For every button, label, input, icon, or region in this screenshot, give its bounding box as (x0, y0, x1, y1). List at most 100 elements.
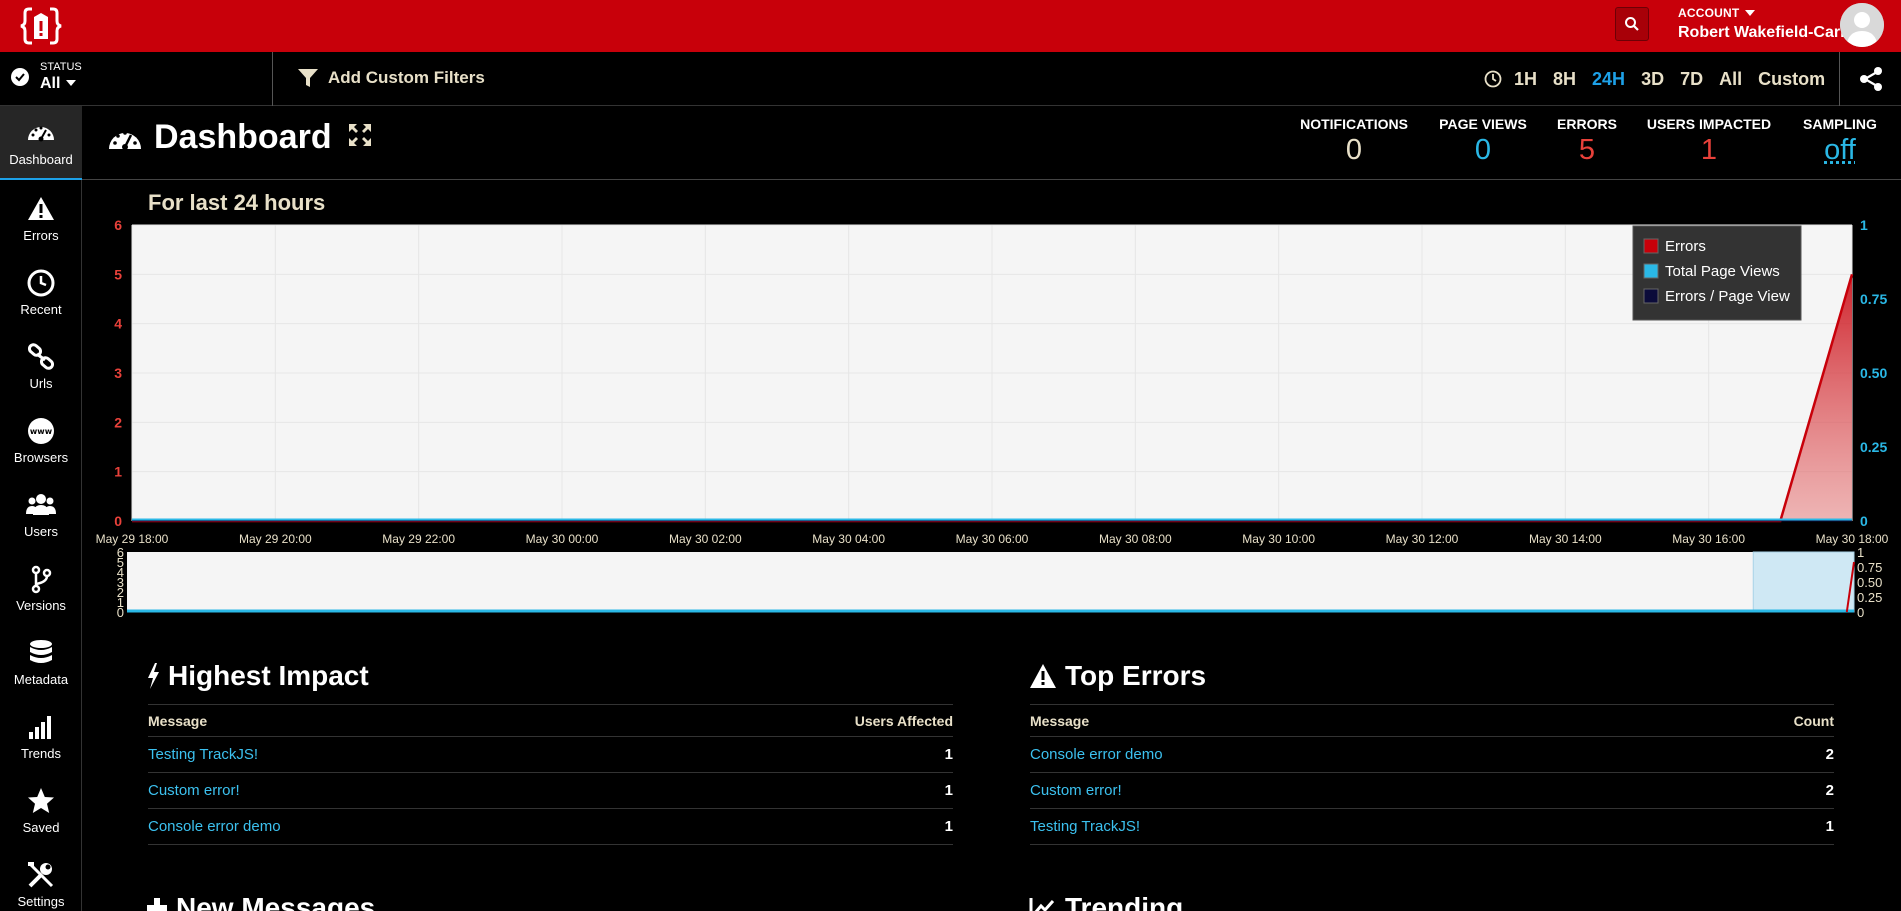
sidebar-item-label: Users (24, 524, 58, 539)
stat-value: off (1800, 134, 1880, 167)
trackjs-logo[interactable] (20, 5, 62, 47)
highest-impact-table: Message Users Affected Testing TrackJS! … (148, 704, 953, 845)
top-bar: ACCOUNT Robert Wakefield-Carl (0, 0, 1901, 52)
stat-page-views[interactable]: PAGE VIEWS 0 (1438, 116, 1528, 167)
error-message-link[interactable]: Console error demo (148, 818, 281, 835)
www-icon: www (26, 416, 56, 446)
bar-chart-icon (26, 712, 56, 742)
range-3d[interactable]: 3D (1641, 69, 1664, 90)
stat-value: 0 (1438, 134, 1528, 167)
count-value: 1 (1646, 809, 1834, 845)
status-dropdown[interactable]: All (40, 75, 76, 93)
range-custom[interactable]: Custom (1758, 69, 1825, 90)
users-affected-value: 1 (610, 737, 953, 773)
column-header-message[interactable]: Message (148, 705, 610, 737)
column-header-count[interactable]: Count (1646, 705, 1834, 737)
stat-label: USERS IMPACTED (1644, 116, 1774, 132)
status-filter[interactable]: STATUS All (0, 52, 273, 106)
search-button[interactable] (1615, 7, 1649, 41)
y-left-tick-label: 3 (114, 365, 122, 381)
page-title: Dashboard (154, 118, 332, 157)
y-left-tick-label: 0 (114, 513, 122, 529)
expand-button[interactable] (346, 121, 374, 154)
error-message-link[interactable]: Testing TrackJS! (1030, 818, 1140, 835)
chart-legend[interactable]: Errors Total Page Views Errors / Page View (1633, 226, 1801, 320)
range-24h[interactable]: 24H (1592, 69, 1625, 90)
sidebar-item-label: Versions (16, 598, 66, 613)
svg-text:www: www (30, 427, 53, 436)
add-custom-filters-button[interactable]: Add Custom Filters (297, 65, 485, 91)
sidebar-item-trends[interactable]: Trends (0, 700, 82, 774)
x-tick-label: May 29 18:00 (96, 532, 169, 546)
sidebar-item-dashboard[interactable]: Dashboard (0, 106, 82, 180)
count-value: 2 (1646, 737, 1834, 773)
y-right-tick-label: 1 (1860, 217, 1868, 233)
legend-label: Errors (1665, 238, 1706, 255)
account-menu-toggle[interactable]: ACCOUNT (1678, 6, 1755, 20)
sidebar-item-settings[interactable]: Settings (0, 848, 82, 911)
filter-icon (297, 67, 319, 89)
stat-errors[interactable]: ERRORS 5 (1556, 116, 1618, 167)
table-row: Console error demo 1 (148, 809, 953, 845)
clock-icon (1484, 70, 1502, 88)
section-title-text: New Messages (176, 892, 375, 911)
errors-chart[interactable]: 012345600.250.500.751May 29 18:00 May 29 … (82, 214, 1901, 624)
sidebar-item-versions[interactable]: Versions (0, 552, 82, 626)
range-all[interactable]: All (1719, 69, 1742, 90)
column-header-users-affected[interactable]: Users Affected (610, 705, 953, 737)
error-message-link[interactable]: Testing TrackJS! (148, 746, 258, 763)
x-tick-label: May 29 20:00 (239, 532, 312, 546)
sidebar-item-users[interactable]: Users (0, 478, 82, 552)
table-row: Custom error! 1 (148, 773, 953, 809)
sidebar-item-recent[interactable]: Recent (0, 256, 82, 330)
x-tick-label: May 30 06:00 (956, 532, 1029, 546)
stat-sampling[interactable]: SAMPLING off (1800, 116, 1880, 167)
stat-notifications[interactable]: NOTIFICATIONS 0 (1296, 116, 1412, 167)
stat-users-impacted[interactable]: USERS IMPACTED 1 (1644, 116, 1774, 167)
error-message-link[interactable]: Console error demo (1030, 746, 1163, 763)
account-name[interactable]: Robert Wakefield-Carl (1678, 24, 1845, 42)
sidebar-item-metadata[interactable]: Metadata (0, 626, 82, 700)
legend-label: Errors / Page View (1665, 288, 1790, 305)
clock-icon (26, 268, 56, 298)
x-tick-label: May 30 00:00 (526, 532, 599, 546)
y-left-tick-label: 6 (114, 217, 122, 233)
sidebar-item-label: Errors (23, 228, 58, 243)
y-right-tick-label: 0.75 (1860, 291, 1887, 307)
error-message-link[interactable]: Custom error! (148, 782, 240, 799)
range-8h[interactable]: 8H (1553, 69, 1576, 90)
page-header: Dashboard (108, 118, 374, 157)
sidebar-item-urls[interactable]: Urls (0, 330, 82, 404)
sidebar-item-label: Urls (29, 376, 52, 391)
x-tick-label: May 30 18:00 (1816, 532, 1889, 546)
legend-swatch (1644, 264, 1658, 278)
table-row: Console error demo 2 (1030, 737, 1834, 773)
bolt-icon (146, 662, 160, 690)
y-left-tick-label: 1 (114, 464, 122, 480)
legend-swatch (1644, 239, 1658, 253)
sidebar-item-errors[interactable]: Errors (0, 182, 82, 256)
search-icon (1624, 16, 1640, 32)
filter-bar: STATUS All Add Custom Filters 1H 8H 24H … (0, 52, 1901, 106)
error-message-link[interactable]: Custom error! (1030, 782, 1122, 799)
x-tick-label: May 30 16:00 (1672, 532, 1745, 546)
status-label: STATUS (40, 61, 82, 73)
account-label: ACCOUNT (1678, 6, 1739, 20)
range-1h[interactable]: 1H (1514, 69, 1537, 90)
sidebar-item-saved[interactable]: Saved (0, 774, 82, 848)
sidebar-item-browsers[interactable]: www Browsers (0, 404, 82, 478)
range-7d[interactable]: 7D (1680, 69, 1703, 90)
column-header-message[interactable]: Message (1030, 705, 1646, 737)
share-button[interactable] (1839, 52, 1901, 106)
x-tick-label: May 30 02:00 (669, 532, 742, 546)
navigator-y-right-tick: 0.50 (1857, 575, 1882, 590)
users-affected-value: 1 (610, 773, 953, 809)
users-icon (26, 490, 56, 520)
avatar[interactable] (1840, 3, 1884, 47)
share-icon (1858, 66, 1884, 92)
x-tick-label: May 30 04:00 (812, 532, 885, 546)
y-right-tick-label: 0.50 (1860, 365, 1887, 381)
top-errors-title: Top Errors (1029, 660, 1206, 692)
expand-icon (346, 121, 374, 149)
section-title-text: Trending (1065, 892, 1183, 911)
